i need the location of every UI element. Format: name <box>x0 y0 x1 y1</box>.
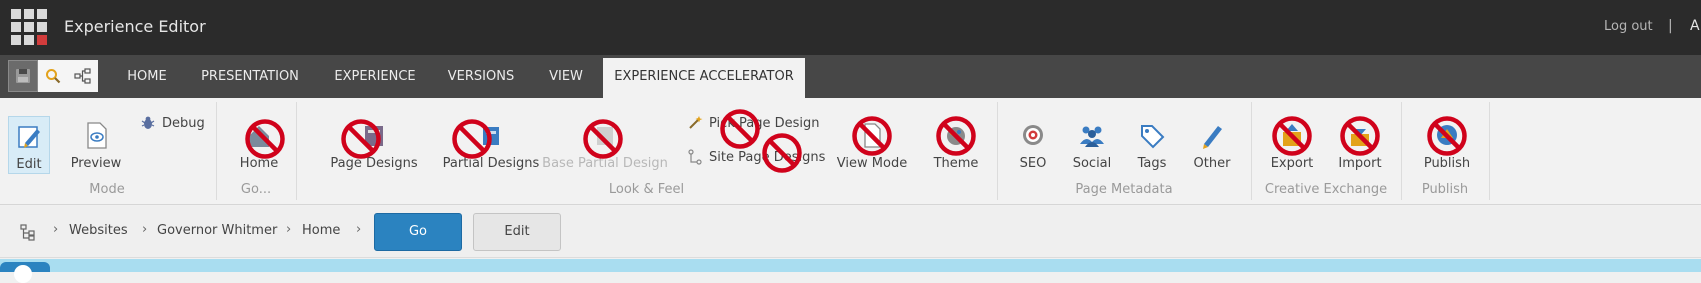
navigation-tree-button[interactable] <box>68 60 98 92</box>
search-button[interactable] <box>38 60 68 92</box>
pick-page-design-label: Pick Page Design <box>709 115 820 131</box>
ribbon-tab-bar: HOME PRESENTATION EXPERIENCE VERSIONS VI… <box>0 55 1701 98</box>
people-icon <box>1076 120 1108 150</box>
chevron-right-icon: › <box>142 222 148 237</box>
preview-mode-button[interactable]: Preview <box>68 120 124 171</box>
go-group-label: Go... <box>240 182 272 197</box>
theme-label: Theme <box>933 156 979 171</box>
seo-label: SEO <box>1019 156 1047 171</box>
chevron-right-icon: › <box>286 222 292 237</box>
page-designs-button[interactable]: Page Designs <box>314 120 434 171</box>
tab-experience[interactable]: EXPERIENCE <box>328 55 422 98</box>
other-button[interactable]: Other <box>1188 120 1236 171</box>
page-metadata-group-label: Page Metadata <box>1075 182 1173 197</box>
breadcrumb-item-home[interactable]: Home <box>302 223 340 238</box>
theme-icon <box>940 120 972 150</box>
target-icon <box>1017 120 1049 150</box>
social-label: Social <box>1072 156 1112 171</box>
theme-button[interactable]: Theme <box>928 120 984 171</box>
preview-label: Preview <box>70 156 122 171</box>
breadcrumb: › Websites › Governor Whitmer › Home › G… <box>0 206 1701 258</box>
import-button[interactable]: Import <box>1334 120 1386 171</box>
export-button[interactable]: Export <box>1266 120 1318 171</box>
search-icon <box>46 69 61 84</box>
base-partial-design-label: Base Partial Design <box>542 156 668 171</box>
edit-label: Edit <box>16 157 42 172</box>
tree-icon[interactable] <box>20 224 36 241</box>
save-button[interactable] <box>8 60 38 92</box>
export-label: Export <box>1270 156 1314 171</box>
look-feel-group-label: Look & Feel <box>608 182 685 197</box>
mode-group-label: Mode <box>89 182 125 197</box>
debug-label: Debug <box>162 115 205 131</box>
sitemap-icon <box>688 149 702 165</box>
tab-view[interactable]: VIEW <box>540 55 592 98</box>
debug-button[interactable]: Debug <box>140 115 205 131</box>
view-mode-button[interactable]: View Mode <box>834 120 910 171</box>
tab-versions[interactable]: VERSIONS <box>440 55 522 98</box>
save-icon <box>16 69 30 83</box>
import-icon <box>1344 120 1376 150</box>
page-designs-icon <box>358 120 390 150</box>
top-bar: Experience Editor Log out | A <box>0 0 1701 55</box>
site-page-designs-label: Site Page Designs <box>709 149 826 165</box>
notification-bar <box>0 259 1701 272</box>
tab-experience-accelerator[interactable]: EXPERIENCE ACCELERATOR <box>603 58 805 98</box>
tab-home[interactable]: HOME <box>115 55 179 98</box>
header-separator: | <box>1668 18 1673 34</box>
home-label: Home <box>239 156 279 171</box>
import-label: Import <box>1338 156 1382 171</box>
publish-button[interactable]: Publish <box>1420 120 1474 171</box>
tags-button[interactable]: Tags <box>1130 120 1174 171</box>
edit-icon <box>13 121 45 151</box>
tab-presentation[interactable]: PRESENTATION <box>190 55 310 98</box>
site-page-designs-button[interactable]: Site Page Designs <box>687 149 825 165</box>
base-partial-design-button[interactable]: Base Partial Design <box>542 120 668 171</box>
seo-button[interactable]: SEO <box>1014 120 1052 171</box>
quick-access-toolbar <box>8 60 98 92</box>
publish-group-label: Publish <box>1421 182 1469 197</box>
go-button[interactable]: Go <box>374 213 462 251</box>
base-partial-design-icon <box>589 120 621 150</box>
tag-icon <box>1136 120 1168 150</box>
info-icon <box>0 262 50 283</box>
group-divider <box>1489 102 1490 200</box>
pick-page-design-button[interactable]: Pick Page Design <box>687 115 819 131</box>
export-icon <box>1276 120 1308 150</box>
home-button[interactable]: Home <box>236 120 282 171</box>
app-grid-icon[interactable] <box>11 9 47 45</box>
edit-button[interactable]: Edit <box>473 213 561 251</box>
magic-wand-icon <box>689 116 703 129</box>
home-icon <box>243 120 275 150</box>
social-button[interactable]: Social <box>1068 120 1116 171</box>
debug-icon <box>141 116 155 129</box>
view-mode-label: View Mode <box>836 156 908 171</box>
page-designs-label: Page Designs <box>330 156 418 171</box>
creative-exchange-group-label: Creative Exchange <box>1264 182 1388 197</box>
publish-icon <box>1431 120 1463 150</box>
edit-mode-button[interactable]: Edit <box>8 116 50 174</box>
app-title: Experience Editor <box>64 17 206 36</box>
pencil-icon <box>1196 120 1228 150</box>
tags-label: Tags <box>1137 156 1167 171</box>
breadcrumb-item-websites[interactable]: Websites <box>69 223 128 238</box>
chevron-right-icon: › <box>356 222 362 237</box>
publish-label: Publish <box>1423 156 1471 171</box>
tree-icon <box>74 68 91 84</box>
partial-designs-label: Partial Designs <box>442 156 540 171</box>
partial-designs-button[interactable]: Partial Designs <box>424 120 558 171</box>
breadcrumb-item-governor-whitmer[interactable]: Governor Whitmer <box>157 223 277 238</box>
user-name[interactable]: A <box>1690 18 1700 34</box>
ribbon-panel: Edit Preview Debug Mode Home Go... Page … <box>0 98 1701 205</box>
view-mode-icon <box>856 120 888 150</box>
partial-designs-icon <box>475 120 507 150</box>
chevron-right-icon: › <box>53 222 59 237</box>
preview-icon <box>80 120 112 150</box>
logout-link[interactable]: Log out <box>1604 19 1653 34</box>
other-label: Other <box>1193 156 1231 171</box>
